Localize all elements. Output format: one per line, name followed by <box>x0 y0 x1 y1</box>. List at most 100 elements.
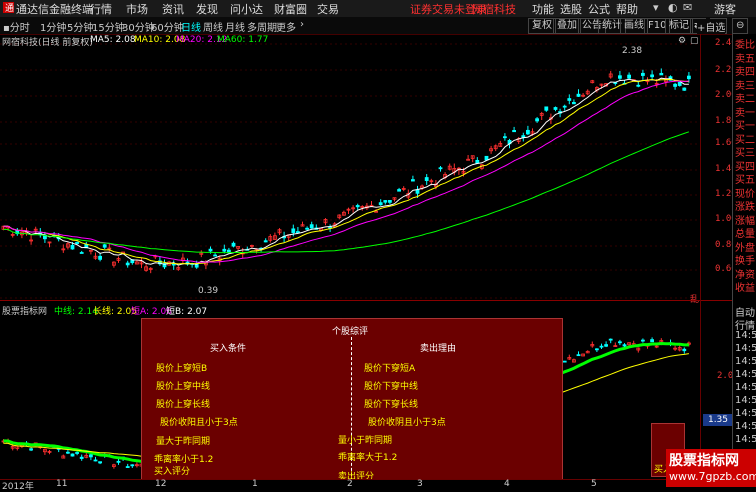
period-tab[interactable]: 周线 <box>203 19 223 34</box>
indicator-candle-body <box>618 341 622 344</box>
sell-reason: 股价收阴且小于3点 <box>368 418 446 428</box>
buy-condition: 股价收阳且小于3点 <box>160 418 238 428</box>
indicator-candle-body <box>562 360 567 363</box>
svg-text:通: 通 <box>5 3 14 13</box>
menu-item-交易[interactable]: 交易 <box>317 1 339 17</box>
toolbar-button[interactable]: ⊖ <box>732 18 749 34</box>
x-tick: 1 <box>252 479 258 489</box>
guest-label[interactable]: 游客 <box>714 1 736 17</box>
sell-reason: 乖离率大于1.2 <box>338 453 398 463</box>
candle-body <box>576 93 581 97</box>
period-tab[interactable]: 更多 <box>276 19 296 34</box>
candle-body <box>512 130 516 133</box>
indicator-candle-body <box>682 348 687 352</box>
x-tick: 5 <box>591 479 597 489</box>
indicator-candle-body <box>29 448 34 451</box>
watermark-url: www.7gpzb.com <box>669 470 756 483</box>
sell-reason: 股价下穿短A <box>364 364 416 374</box>
candle-body <box>415 189 420 194</box>
menu-item-问小达[interactable]: 问小达 <box>230 1 263 17</box>
indicator-candle-body <box>130 464 135 467</box>
indicator-candle-body <box>599 345 604 348</box>
candle-body <box>562 105 567 108</box>
period-tab[interactable]: 月线 <box>225 19 245 34</box>
period-tab[interactable]: 15分钟 <box>92 19 125 34</box>
menu-item-发现[interactable]: 发现 <box>196 1 218 17</box>
period-label: 分时 <box>9 23 30 34</box>
indicator-candle-body <box>641 339 645 342</box>
menu-item-财富圈[interactable]: 财富圈 <box>274 1 307 17</box>
stock-review-box: 个股综评 买入条件 卖出理由 股价上穿短B 股价上穿中线 股价上穿长线 股价收阳… <box>141 318 563 482</box>
candle-body <box>475 159 480 164</box>
menu-item-功能[interactable]: 功能 <box>532 1 554 17</box>
toolbar-button[interactable]: 叠加 <box>553 18 581 34</box>
candle-body <box>75 241 79 245</box>
buy-condition: 量大于昨同期 <box>156 437 211 447</box>
period-tab-active[interactable]: 日线 <box>181 19 201 34</box>
low-price-label: 0.39 <box>198 286 219 296</box>
period-tab[interactable]: 60分钟 <box>151 19 184 34</box>
close-icon[interactable]: ▢ <box>690 36 699 46</box>
indicator-chart[interactable]: 股票指标网 中线: 2.14 长线: 2.05 短A: 2.06 短B: 2.0… <box>0 300 700 482</box>
candle-body <box>387 200 392 203</box>
indicator-candle-body <box>66 451 70 454</box>
ma10-line <box>3 78 689 265</box>
ma5-legend: MA5: 2.08 <box>90 35 136 45</box>
x-tick: 12 <box>155 479 167 489</box>
main-y-axis: 2.40 2.20 2.00 1.80 1.60 1.40 1.20 1.00 … <box>700 34 737 300</box>
mail-icon[interactable]: ✉ <box>683 1 692 14</box>
watermark-badge: 股票指标网 www.7gpzb.com <box>666 449 756 487</box>
candle-body <box>263 240 268 243</box>
candle-body <box>618 75 622 79</box>
period-tab[interactable]: 30分钟 <box>122 19 155 34</box>
indicator-candle-body <box>79 456 84 459</box>
dropdown-icon[interactable]: ▾ <box>653 1 659 14</box>
candle-body <box>102 244 107 248</box>
menu-item-帮助[interactable]: 帮助 <box>616 1 638 17</box>
candle-body <box>397 189 402 192</box>
main-kline-chart[interactable]: 网宿科技(日线 前复权) MA5: 2.08 MA10: 2.08 MA20: … <box>0 34 700 305</box>
candle-body <box>231 242 236 247</box>
candle-body <box>526 129 530 135</box>
tick-time: 14:50 <box>735 343 756 354</box>
menu-item-选股[interactable]: 选股 <box>560 1 582 17</box>
menu-item-资讯[interactable]: 资讯 <box>162 1 184 17</box>
period-tab[interactable]: 1分钟 <box>40 19 66 34</box>
candle-body <box>641 72 645 76</box>
sell-reason: 股价下穿长线 <box>364 400 419 410</box>
buy-condition: 股价上穿中线 <box>156 382 211 392</box>
more-arrow-icon[interactable]: › <box>300 19 304 30</box>
indicator-candle-body <box>70 453 75 457</box>
indicator-candle-body <box>650 339 654 343</box>
menu-item-行情[interactable]: 行情 <box>90 1 112 17</box>
indicator-candle-body <box>89 454 93 458</box>
period-tab[interactable]: ▪分时 <box>3 19 30 34</box>
indicator-candle-body <box>608 338 613 341</box>
toolbar-button[interactable]: 标记 <box>665 18 693 34</box>
candle-body <box>502 136 507 139</box>
candle-body <box>70 244 75 250</box>
candle-body <box>295 231 300 233</box>
period-tab[interactable]: 5分钟 <box>67 19 93 34</box>
candle-body <box>424 177 429 181</box>
menu-item-公式[interactable]: 公式 <box>588 1 610 17</box>
indicator-title: 股票指标网 <box>2 307 48 317</box>
period-tab[interactable]: 多周期 <box>247 19 277 34</box>
title-bar: 通 通达信金融终端 行情 市场 资讯 发现 问小达 财富圈 交易 证券交易未登录… <box>0 0 756 18</box>
candle-body <box>484 155 489 161</box>
x-tick: 2012年 <box>2 482 34 492</box>
menu-item-市场[interactable]: 市场 <box>126 1 148 17</box>
settings-icon[interactable]: ⚙ <box>678 36 686 46</box>
kline-svg <box>0 43 700 299</box>
indicator-candle-body <box>604 344 608 347</box>
skin-icon[interactable]: ◐ <box>668 1 678 14</box>
candle-body <box>291 228 296 233</box>
ma60-line <box>3 131 690 254</box>
candle-body <box>213 254 218 257</box>
sell-reason: 股价下穿中线 <box>364 382 419 392</box>
toolbar-button[interactable]: 复权 <box>528 18 556 34</box>
add-watchlist-button[interactable]: +自选 <box>697 19 726 34</box>
tick-time: 14:50 <box>735 421 756 432</box>
indicator-candle-body <box>576 354 581 357</box>
app-title: 通达信金融终端 <box>16 3 93 16</box>
